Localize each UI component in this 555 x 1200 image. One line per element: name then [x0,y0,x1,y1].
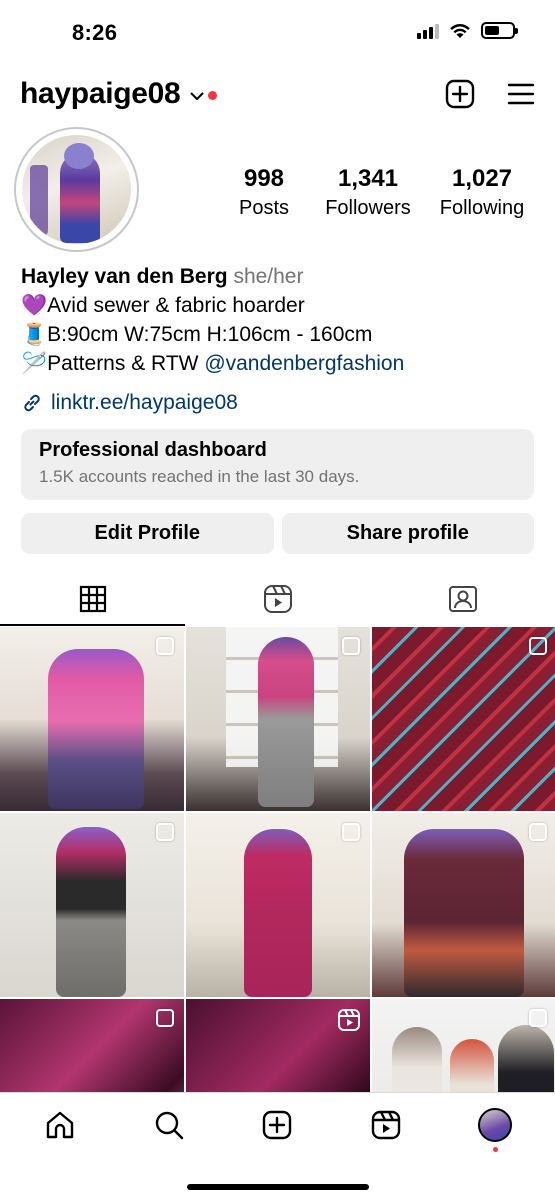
nav-search[interactable] [115,1110,224,1140]
stat-posts[interactable]: 998 Posts [222,165,306,220]
profile-summary: 998 Posts 1,341 Followers 1,027 Followin… [14,127,535,252]
multi-photo-icon [342,637,360,655]
status-bar: 8:26 [0,0,555,64]
profile-link[interactable]: linktr.ee/haypaige08 [21,391,238,415]
post-thumbnail[interactable] [0,813,184,997]
bio-text: B:90cm W:75cm H:106cm - 160cm [47,323,373,346]
multi-photo-icon [156,1009,174,1027]
multi-photo-icon [156,637,174,655]
signal-icon [417,23,439,39]
bio-text: Patterns & RTW [47,352,205,375]
home-icon [47,1111,74,1139]
tagged-icon [448,586,477,612]
stat-value: 1,027 [451,165,513,192]
professional-dashboard[interactable]: Professional dashboard 1.5K accounts rea… [21,429,534,500]
profile-actions: Edit Profile Share profile [21,513,534,554]
reels-icon [371,1110,401,1140]
notification-dot [492,1147,498,1152]
nav-create[interactable] [223,1110,332,1140]
stat-following[interactable]: 1,027 Following [430,165,534,220]
menu-icon[interactable] [507,82,535,106]
username-switcher[interactable]: haypaige08 [20,77,181,111]
profile-link-text: linktr.ee/haypaige08 [51,391,238,414]
post-thumbnail[interactable] [0,627,184,811]
heart-emoji-icon: 💜 [21,294,48,317]
search-icon [155,1111,184,1140]
stat-label: Followers [325,197,411,219]
bio-line: 🪡Patterns & RTW @vandenbergfashion [21,349,539,378]
stat-followers[interactable]: 1,341 Followers [306,165,430,220]
nav-profile[interactable] [440,1108,549,1152]
nav-home[interactable] [6,1110,115,1140]
grid-icon [79,585,106,613]
stat-value: 1,341 [337,165,399,192]
stat-label: Following [439,197,525,219]
chevron-down-icon[interactable] [190,92,204,101]
dashboard-subtitle: 1.5K accounts reached in the last 30 day… [39,467,360,486]
profile-avatar [477,1108,512,1142]
post-thumbnail[interactable] [372,813,555,997]
tab-reels[interactable] [185,572,370,626]
nav-reels[interactable] [332,1110,441,1140]
status-icons [417,22,518,39]
post-thumbnail[interactable] [0,999,184,1092]
needle-emoji-icon: 🪡 [21,352,48,375]
tab-tagged[interactable] [370,572,555,626]
link-icon [24,394,40,412]
stat-label: Posts [238,197,290,219]
bio-text: Avid sewer & fabric hoarder [47,294,305,317]
bio-line: 💜Avid sewer & fabric hoarder [21,291,539,320]
stat-value: 998 [243,165,285,192]
wifi-icon [450,23,470,38]
post-thumbnail[interactable] [372,999,555,1092]
tab-posts[interactable] [0,572,185,626]
multi-photo-icon [529,823,547,841]
dashboard-title: Professional dashboard [39,439,267,461]
bio-line: 🧵B:90cm W:75cm H:106cm - 160cm [21,320,539,349]
home-indicator [186,1184,369,1190]
post-thumbnail[interactable] [186,999,370,1092]
posts-grid [0,627,555,1092]
profile-stats: 998 Posts 1,341 Followers 1,027 Followin… [222,165,534,220]
edit-profile-button[interactable]: Edit Profile [21,513,274,554]
content-tabs [0,572,555,626]
reel-indicator-icon [338,1009,360,1031]
bio-name-line: Hayley van den Berg she/her [21,262,539,291]
profile-bio: Hayley van den Berg she/her 💜Avid sewer … [21,262,539,378]
mention-link[interactable]: @vandenbergfashion [204,352,404,375]
display-name: Hayley van den Berg [21,265,228,288]
post-thumbnail[interactable] [186,627,370,811]
status-time: 8:26 [72,20,118,45]
bottom-nav [0,1092,555,1200]
multi-photo-icon [342,823,360,841]
thread-emoji-icon: 🧵 [21,323,48,346]
pronouns: she/her [233,265,304,288]
post-thumbnail[interactable] [372,627,555,811]
reels-icon [263,585,292,613]
notification-dot [208,90,218,100]
multi-photo-icon [529,637,547,655]
multi-photo-icon [529,1009,547,1027]
create-icon [263,1110,292,1140]
header-actions [445,79,535,109]
profile-header: haypaige08 [20,72,535,116]
battery-icon [481,22,518,39]
share-profile-button[interactable]: Share profile [281,513,534,554]
multi-photo-icon [156,823,174,841]
create-icon[interactable] [445,79,475,109]
profile-avatar[interactable] [14,127,139,252]
post-thumbnail[interactable] [186,813,370,997]
